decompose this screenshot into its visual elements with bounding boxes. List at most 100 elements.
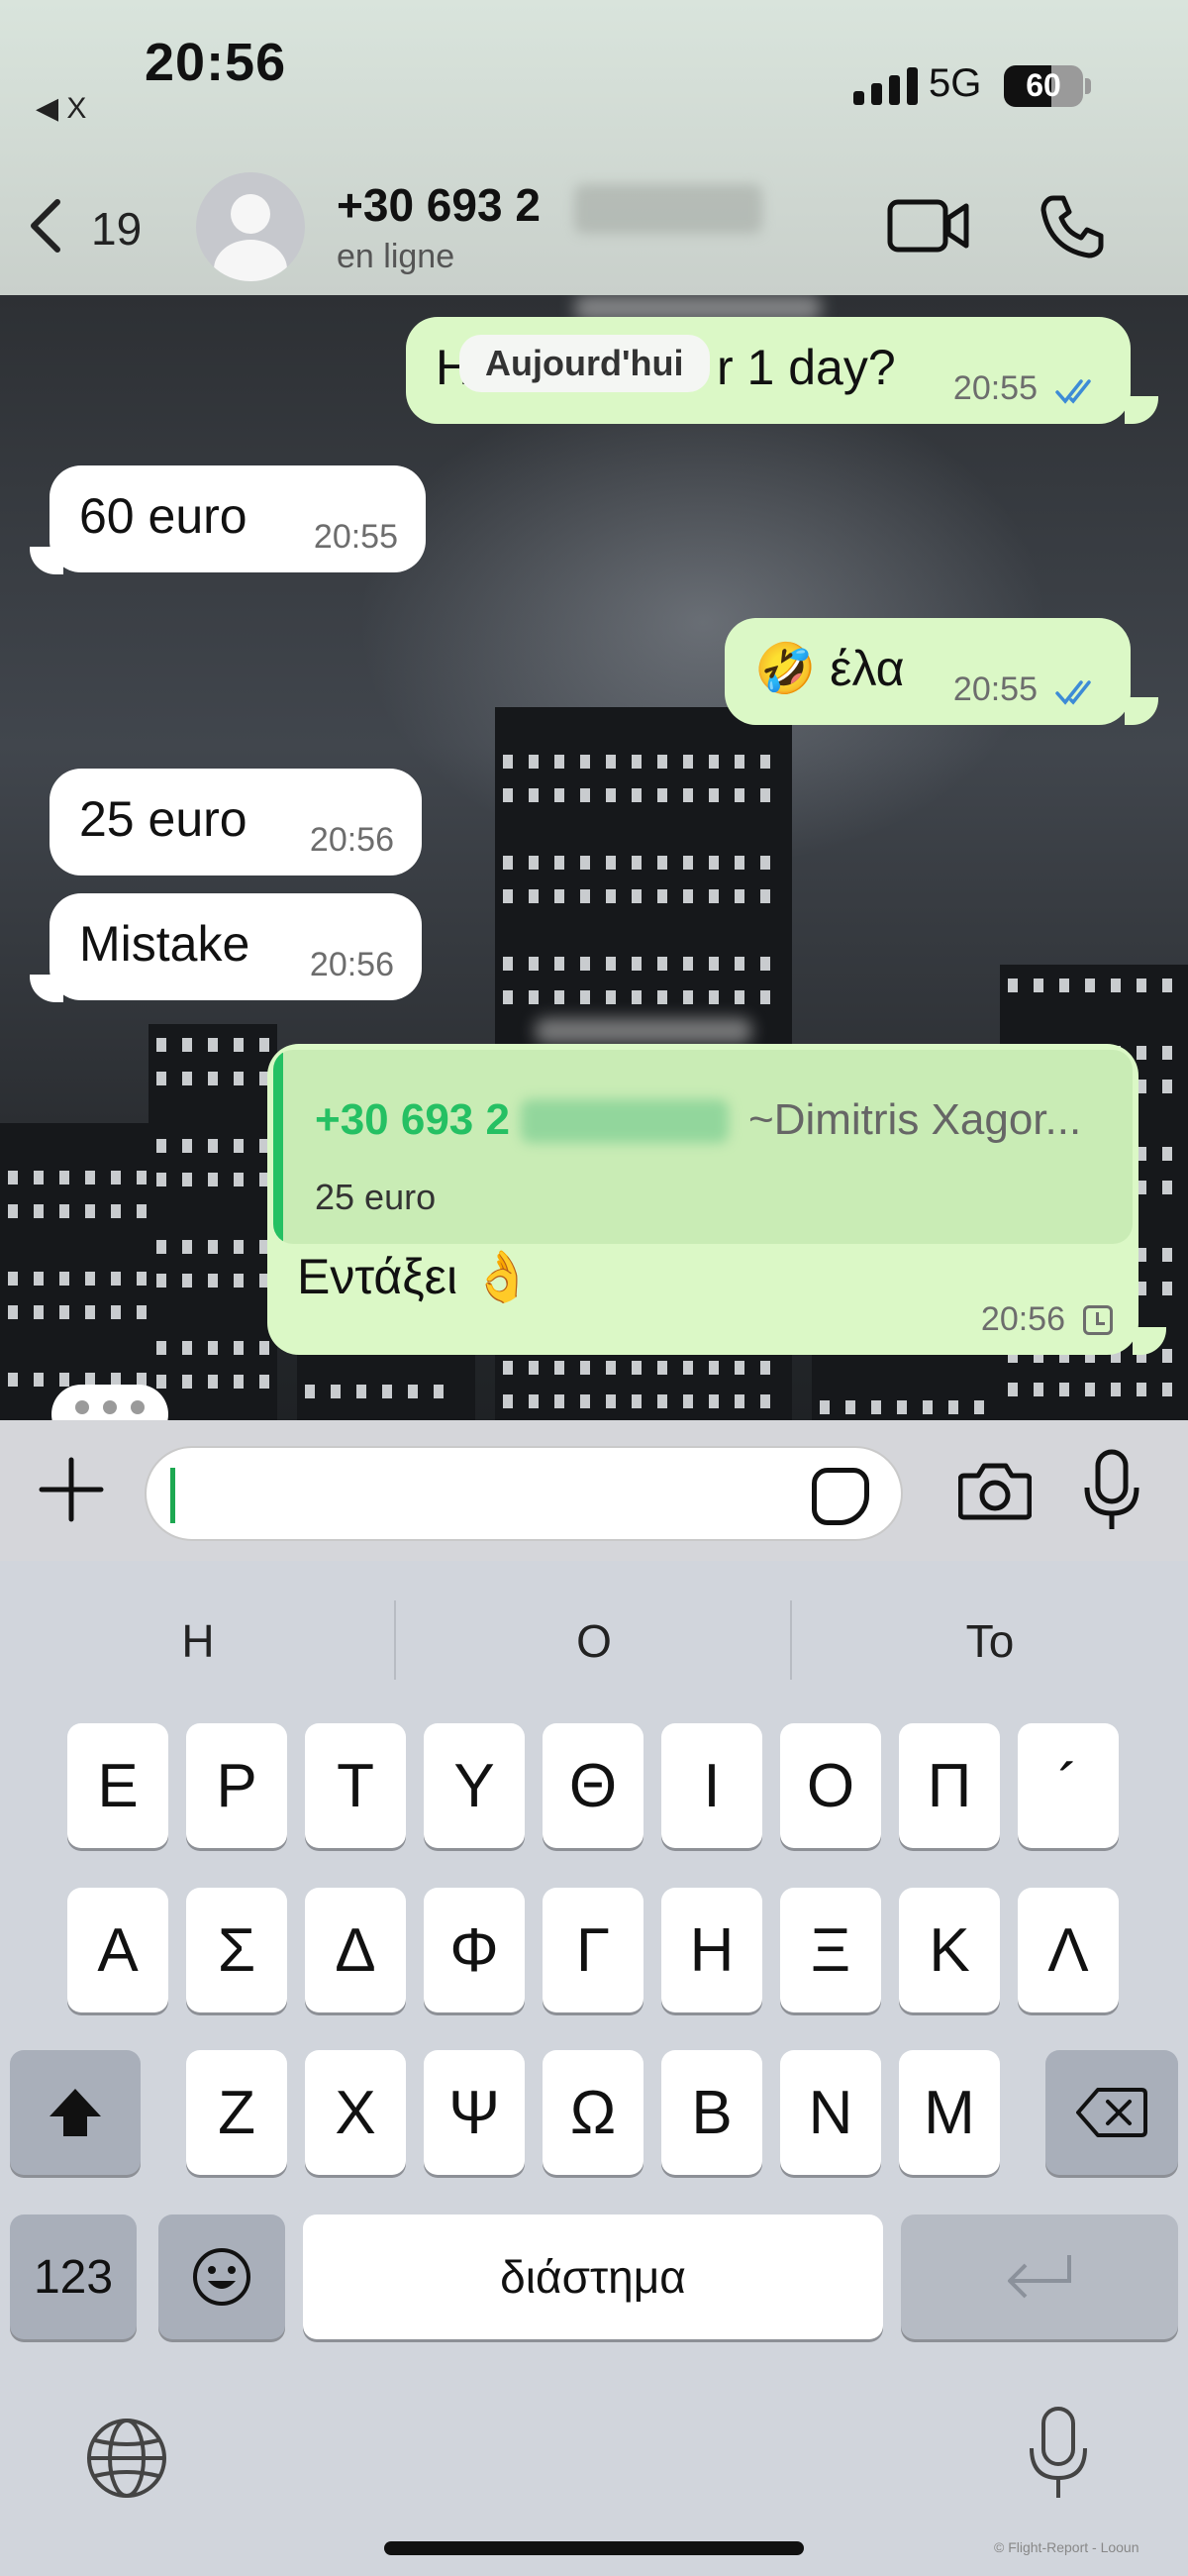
window-light — [182, 1375, 192, 1389]
window-light — [760, 889, 770, 903]
window-light — [606, 990, 616, 1004]
contact-name[interactable]: +30 693 2 — [337, 178, 541, 232]
message-bubble-incoming[interactable]: Mistake 20:56 — [50, 893, 422, 1000]
space-key[interactable]: διάστημα — [303, 2215, 883, 2339]
shift-key[interactable] — [10, 2050, 141, 2175]
window-light — [580, 889, 590, 903]
message-text: 25 euro — [79, 791, 248, 847]
unread-count[interactable]: 19 — [91, 202, 142, 256]
window-light — [156, 1173, 166, 1186]
window-light — [735, 957, 744, 971]
window-light — [580, 788, 590, 802]
window-light — [709, 889, 719, 903]
message-input[interactable] — [145, 1446, 903, 1541]
key-6[interactable]: Ι — [661, 1723, 762, 1848]
key-8[interactable]: Κ — [899, 1888, 1000, 2012]
suggestion-3[interactable]: Το — [792, 1614, 1188, 1668]
window-light — [111, 1204, 121, 1218]
window-light — [208, 1274, 218, 1288]
window-light — [8, 1171, 18, 1185]
window-light — [554, 889, 564, 903]
window-light — [234, 1139, 244, 1153]
key-2[interactable]: Σ — [186, 1888, 287, 2012]
window-light — [503, 957, 513, 971]
key-3[interactable]: Ψ — [424, 2050, 525, 2175]
plus-icon[interactable] — [36, 1454, 107, 1525]
key-2[interactable]: Χ — [305, 2050, 406, 2175]
window-light — [111, 1305, 121, 1319]
window-light — [845, 1400, 855, 1414]
bubble-tail — [30, 975, 63, 1002]
avatar-placeholder-icon[interactable] — [196, 172, 305, 281]
return-key[interactable] — [901, 2215, 1178, 2339]
key-1[interactable]: Ε — [67, 1723, 168, 1848]
numbers-key[interactable]: 123 — [10, 2215, 137, 2339]
microphone-icon[interactable] — [1079, 1448, 1144, 1533]
key-1[interactable]: Α — [67, 1888, 168, 2012]
window-light — [1034, 979, 1043, 992]
dictation-icon[interactable] — [1024, 2405, 1093, 2504]
window-light — [606, 1361, 616, 1375]
key-5[interactable]: Β — [661, 2050, 762, 2175]
quoted-message[interactable]: +30 693 2 ~Dimitris Xagor... 25 euro — [273, 1050, 1133, 1244]
key-4[interactable]: Υ — [424, 1723, 525, 1848]
key-4[interactable]: Φ — [424, 1888, 525, 2012]
window-light — [632, 957, 642, 971]
message-time: 20:56 — [980, 1300, 1065, 1338]
redacted-blur — [535, 1018, 752, 1044]
window-light — [59, 1204, 69, 1218]
key-9[interactable]: Λ — [1018, 1888, 1119, 2012]
camera-icon[interactable] — [958, 1460, 1032, 1521]
status-time: 20:56 — [145, 33, 287, 92]
suggestion-2[interactable]: Ο — [396, 1614, 792, 1668]
window-light — [554, 856, 564, 870]
window-light — [1111, 1383, 1121, 1396]
back-to-app-link[interactable]: ◀ X — [36, 91, 86, 126]
window-light — [503, 1394, 513, 1408]
window-light — [8, 1272, 18, 1286]
key-4[interactable]: Ω — [543, 2050, 644, 2175]
key-5[interactable]: Γ — [543, 1888, 644, 2012]
window-light — [85, 1171, 95, 1185]
key-7[interactable]: Μ — [899, 2050, 1000, 2175]
key-5[interactable]: Θ — [543, 1723, 644, 1848]
message-bubble-incoming[interactable]: 60 euro 20:55 — [50, 465, 426, 572]
suggestion-1[interactable]: Η — [0, 1614, 396, 1668]
emoji-key[interactable] — [158, 2215, 285, 2339]
message-bubble-outgoing[interactable]: 🤣 έλα 20:55 — [725, 618, 1131, 725]
window-light — [735, 1361, 744, 1375]
window-light — [580, 755, 590, 769]
globe-icon[interactable] — [83, 2415, 170, 2502]
key-6[interactable]: Η — [661, 1888, 762, 2012]
sticker-icon[interactable] — [812, 1468, 869, 1525]
back-chevron-icon[interactable] — [26, 196, 65, 256]
composer-bar — [0, 1420, 1188, 1561]
key-7[interactable]: Ξ — [780, 1888, 881, 2012]
video-call-icon[interactable] — [887, 194, 970, 258]
home-indicator[interactable] — [384, 2541, 804, 2555]
key-9[interactable]: ´ — [1018, 1723, 1119, 1848]
top-bar: 20:56 ◀ X 5G 60 19 +30 693 2 en ligne — [0, 0, 1188, 295]
window-light — [1162, 1383, 1172, 1396]
window-light — [8, 1204, 18, 1218]
key-7[interactable]: Ο — [780, 1723, 881, 1848]
key-6[interactable]: Ν — [780, 2050, 881, 2175]
message-bubble-incoming[interactable]: 25 euro 20:56 — [50, 769, 422, 876]
key-1[interactable]: Ζ — [186, 2050, 287, 2175]
window-light — [59, 1171, 69, 1185]
keyboard: Η Ο Το Ε Ρ Τ Υ Θ Ι Ο Π ´ ΑΣΔΦΓΗΞΚΛ ΖΧΨΩΒΝΜ 123 δ… — [0, 1561, 1188, 2576]
key-2[interactable]: Ρ — [186, 1723, 287, 1848]
key-8[interactable]: Π — [899, 1723, 1000, 1848]
quoted-sender: +30 693 2 — [315, 1095, 510, 1144]
phone-call-icon[interactable] — [1040, 194, 1105, 259]
backspace-key[interactable] — [1045, 2050, 1178, 2175]
key-3[interactable]: Τ — [305, 1723, 406, 1848]
window-light — [1162, 1349, 1172, 1363]
key-3[interactable]: Δ — [305, 1888, 406, 2012]
chat-area[interactable]: H r 1 day? 20:55 Aujourd'hui 60 euro 20:… — [0, 295, 1188, 1420]
window-light — [632, 788, 642, 802]
message-text: r 1 day? — [717, 340, 896, 395]
window-light — [156, 1341, 166, 1355]
window-light — [259, 1341, 269, 1355]
window-light — [503, 788, 513, 802]
